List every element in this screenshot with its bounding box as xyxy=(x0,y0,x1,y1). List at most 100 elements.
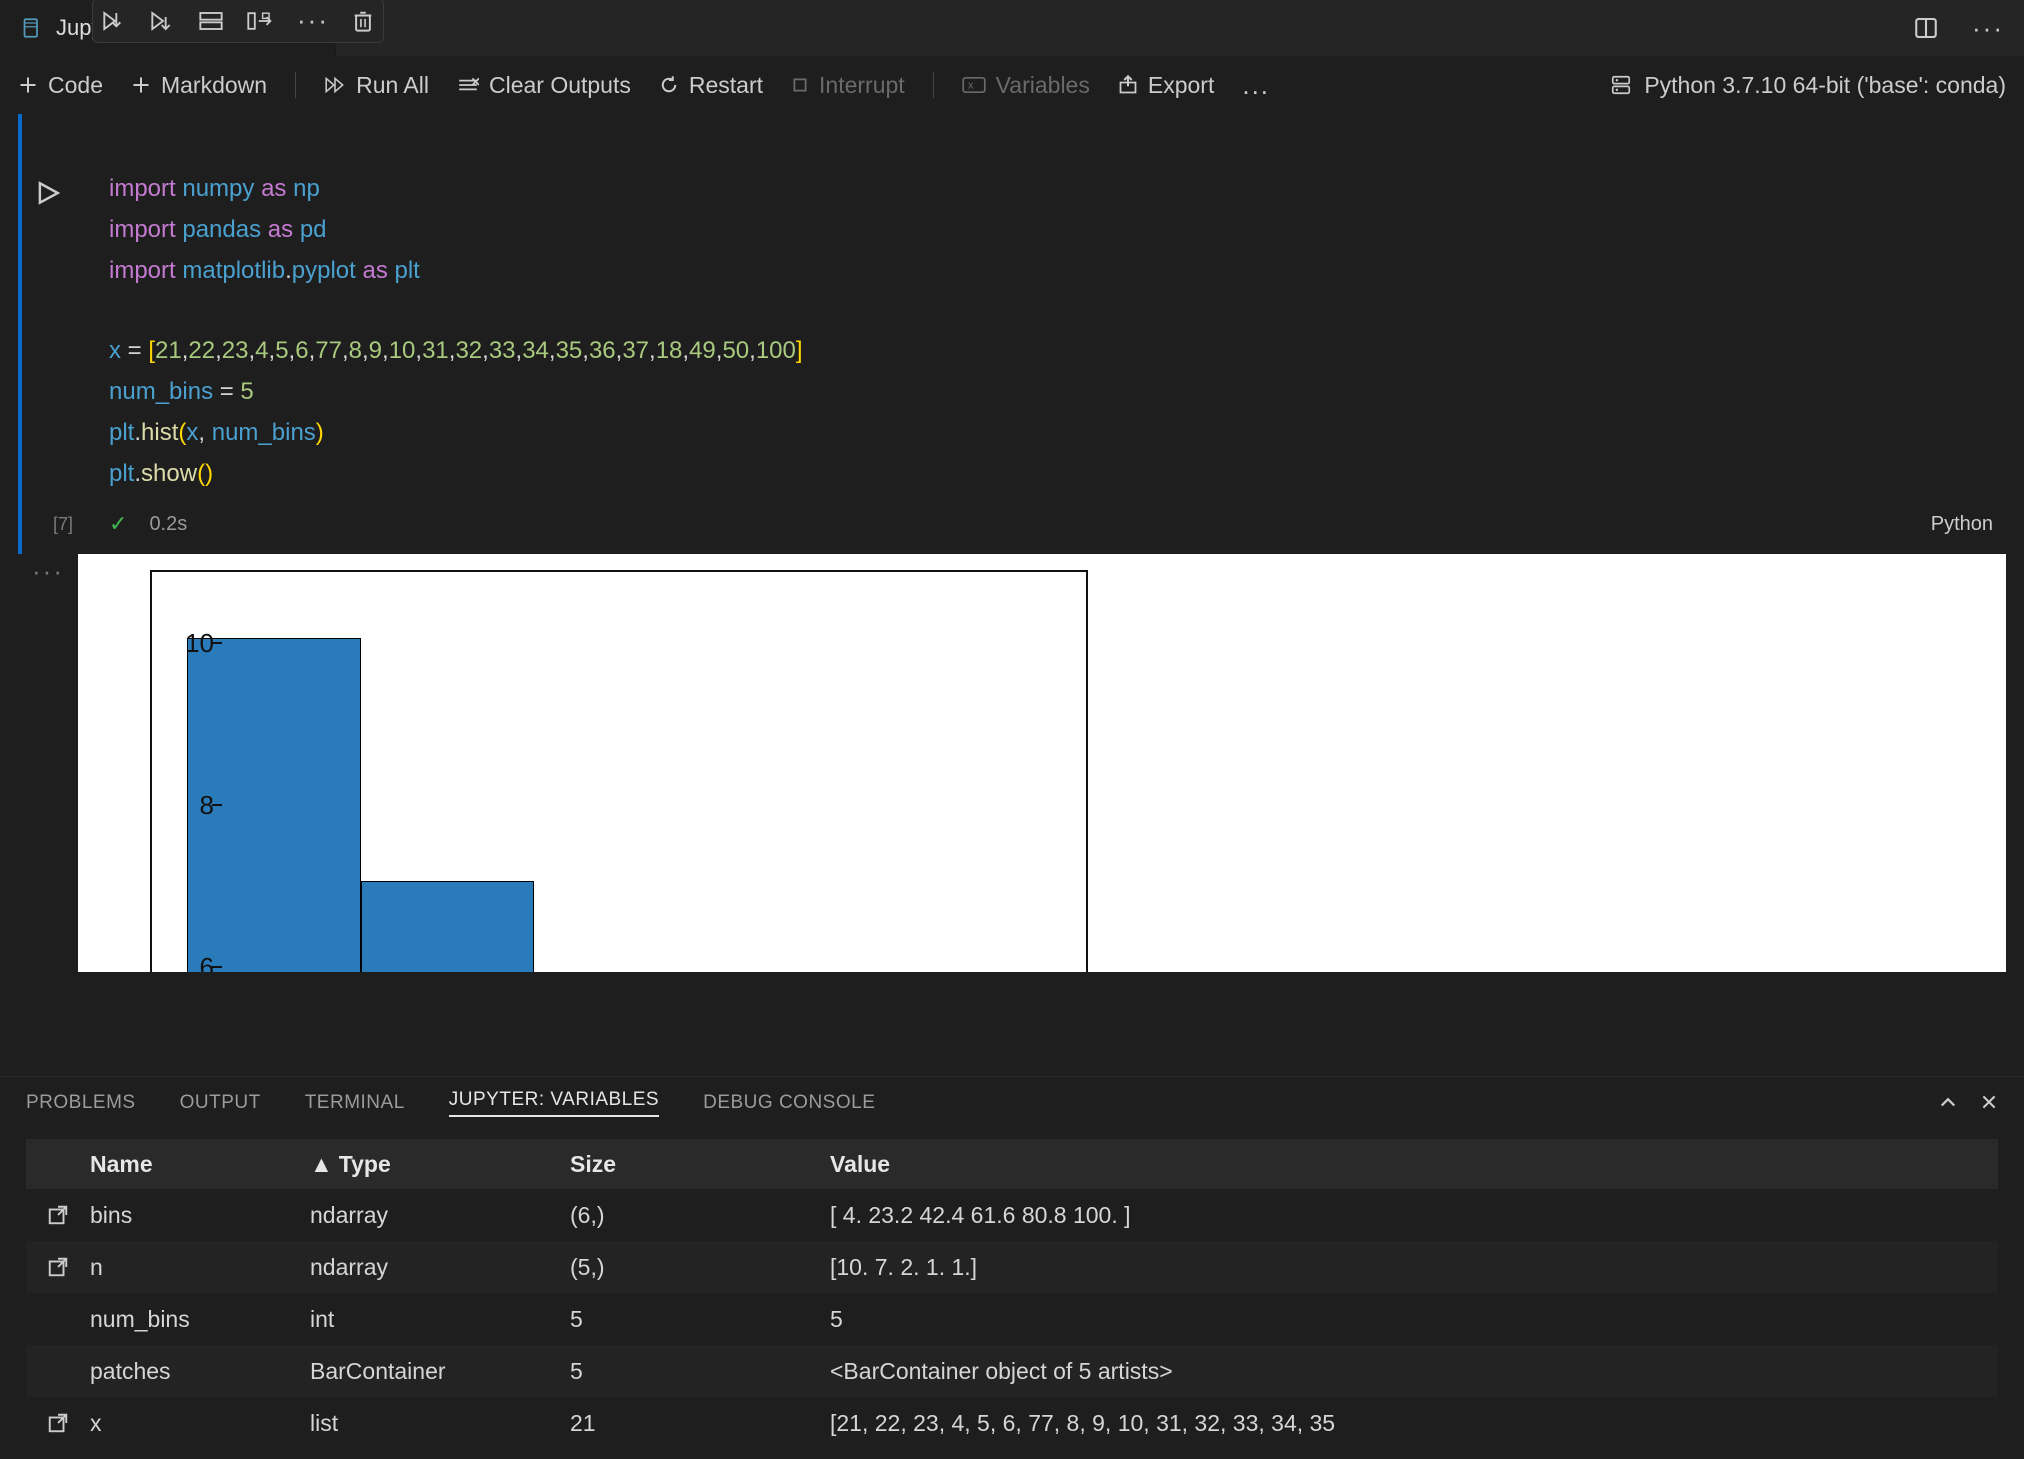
var-value: [ 4. 23.2 42.4 61.6 80.8 100. ] xyxy=(830,1202,1998,1229)
clear-outputs-label: Clear Outputs xyxy=(489,72,631,99)
add-code-button[interactable]: Code xyxy=(18,72,103,99)
panel-controls xyxy=(1938,1093,1998,1113)
y-tick-label: 6 xyxy=(166,952,214,972)
restart-icon xyxy=(659,75,679,95)
tab-debug-console[interactable]: DEBUG CONSOLE xyxy=(703,1092,875,1114)
var-type: int xyxy=(310,1306,570,1333)
variables-icon: x xyxy=(962,76,986,94)
separator xyxy=(295,72,296,98)
cell-active-indicator xyxy=(18,114,22,554)
interrupt-button[interactable]: Interrupt xyxy=(791,72,905,99)
notebook-body: ··· import numpy as np import pandas as … xyxy=(0,114,2024,1076)
tab-terminal[interactable]: TERMINAL xyxy=(305,1092,405,1114)
run-all-label: Run All xyxy=(356,72,429,99)
add-markdown-label: Markdown xyxy=(161,72,267,99)
col-size[interactable]: Size xyxy=(570,1151,830,1178)
variable-row[interactable]: num_binsint55 xyxy=(26,1293,1998,1345)
plus-icon xyxy=(18,75,38,95)
notebook-toolbar: Code Markdown Run All Clear Outputs Rest… xyxy=(0,56,2024,114)
more-icon[interactable]: ... xyxy=(1242,70,1270,101)
y-tick-label: 8 xyxy=(166,790,214,821)
var-name: num_bins xyxy=(90,1306,310,1333)
add-markdown-button[interactable]: Markdown xyxy=(131,72,267,99)
col-value[interactable]: Value xyxy=(830,1151,1998,1178)
plot-frame xyxy=(150,570,1088,972)
var-name: patches xyxy=(90,1358,310,1385)
histogram-plot: 10864 xyxy=(150,570,1088,972)
restart-button[interactable]: Restart xyxy=(659,72,763,99)
tabbar-spacer xyxy=(336,0,1906,56)
var-value: 5 xyxy=(830,1306,1998,1333)
y-tick-mark xyxy=(212,966,222,968)
col-type-label: Type xyxy=(339,1151,391,1178)
close-panel-icon[interactable] xyxy=(1980,1093,1998,1113)
code-cell: import numpy as np import pandas as pd i… xyxy=(18,114,2010,554)
variables-label: Variables xyxy=(996,72,1090,99)
var-size: (5,) xyxy=(570,1254,830,1281)
clear-outputs-icon xyxy=(457,76,479,94)
cell-status-row: [7] ✓ 0.2s Python xyxy=(79,505,2009,553)
var-size: 21 xyxy=(570,1410,830,1437)
split-editor-icon[interactable] xyxy=(1906,12,1946,44)
clear-outputs-button[interactable]: Clear Outputs xyxy=(457,72,631,99)
cell-gutter xyxy=(18,120,78,554)
plus-icon xyxy=(131,75,151,95)
var-type: list xyxy=(310,1410,570,1437)
popout-icon[interactable] xyxy=(26,1256,90,1278)
check-icon: ✓ xyxy=(109,511,127,537)
y-tick-label: 10 xyxy=(166,628,214,659)
variables-table: Name ▲Type Size Value binsndarray(6,)[ 4… xyxy=(0,1129,2024,1459)
var-size: 5 xyxy=(570,1358,830,1385)
export-icon xyxy=(1118,75,1138,95)
run-all-button[interactable]: Run All xyxy=(324,72,429,99)
export-button[interactable]: Export xyxy=(1118,72,1214,99)
tab-jupyter-variables[interactable]: JUPYTER: VARIABLES xyxy=(449,1089,659,1117)
var-value: <BarContainer object of 5 artists> xyxy=(830,1358,1998,1385)
bottom-panel: PROBLEMS OUTPUT TERMINAL JUPYTER: VARIAB… xyxy=(0,1076,2024,1459)
var-name: bins xyxy=(90,1202,310,1229)
notebook-icon xyxy=(22,18,42,38)
cell-output-row: ··· 10864 xyxy=(18,554,2010,972)
variable-row[interactable]: xlist21[21, 22, 23, 4, 5, 6, 77, 8, 9, 1… xyxy=(26,1397,1998,1449)
var-type: ndarray xyxy=(310,1254,570,1281)
run-cell-icon[interactable] xyxy=(35,180,61,206)
variable-row[interactable]: patchesBarContainer5<BarContainer object… xyxy=(26,1345,1998,1397)
server-icon xyxy=(1610,74,1632,96)
tabbar-actions: ··· xyxy=(1906,0,2012,56)
variable-row[interactable]: nndarray(5,)[10. 7. 2. 1. 1.] xyxy=(26,1241,1998,1293)
cell-output: 10864 xyxy=(78,554,2006,972)
var-size: 5 xyxy=(570,1306,830,1333)
var-type: ndarray xyxy=(310,1202,570,1229)
var-value: [21, 22, 23, 4, 5, 6, 77, 8, 9, 10, 31, … xyxy=(830,1410,1998,1437)
collapse-panel-icon[interactable] xyxy=(1938,1093,1958,1113)
popout-icon[interactable] xyxy=(26,1412,90,1434)
tab-problems[interactable]: PROBLEMS xyxy=(26,1092,136,1114)
var-type: BarContainer xyxy=(310,1358,570,1385)
popout-icon[interactable] xyxy=(26,1204,90,1226)
separator xyxy=(933,72,934,98)
chart-bar xyxy=(361,881,535,972)
exec-time: 0.2s xyxy=(149,513,187,536)
y-tick-mark xyxy=(212,642,222,644)
cell-main: import numpy as np import pandas as pd i… xyxy=(78,120,2010,554)
more-actions-icon[interactable]: ··· xyxy=(1964,9,2012,48)
variables-header: Name ▲Type Size Value xyxy=(26,1139,1998,1189)
svg-text:x: x xyxy=(968,80,974,92)
col-type[interactable]: ▲Type xyxy=(310,1151,570,1178)
col-name[interactable]: Name xyxy=(90,1151,310,1178)
y-tick-mark xyxy=(212,804,222,806)
tab-output[interactable]: OUTPUT xyxy=(180,1092,261,1114)
var-value: [10. 7. 2. 1. 1.] xyxy=(830,1254,1998,1281)
variable-row[interactable]: binsndarray(6,)[ 4. 23.2 42.4 61.6 80.8 … xyxy=(26,1189,1998,1241)
interrupt-label: Interrupt xyxy=(819,72,905,99)
code-editor[interactable]: import numpy as np import pandas as pd i… xyxy=(79,121,2009,505)
output-gutter: ··· xyxy=(18,554,78,972)
var-size: (6,) xyxy=(570,1202,830,1229)
export-label: Export xyxy=(1148,72,1214,99)
var-name: n xyxy=(90,1254,310,1281)
sort-asc-icon: ▲ xyxy=(310,1151,333,1178)
run-all-icon xyxy=(324,75,346,95)
variables-button[interactable]: x Variables xyxy=(962,72,1090,99)
kernel-selector[interactable]: Python 3.7.10 64-bit ('base': conda) xyxy=(1610,72,2006,99)
restart-label: Restart xyxy=(689,72,763,99)
